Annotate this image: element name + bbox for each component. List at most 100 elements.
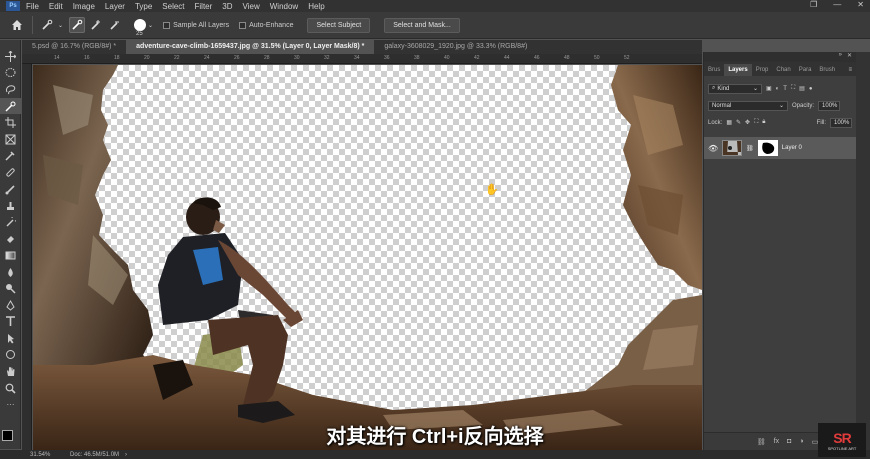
home-icon[interactable]: [8, 16, 26, 34]
select-subject-button[interactable]: Select Subject: [307, 17, 371, 33]
fill-input[interactable]: 100%: [830, 117, 852, 128]
gradient-tool-icon[interactable]: [0, 247, 21, 264]
brush-size-picker[interactable]: 25: [134, 19, 147, 37]
lock-transparent-icon[interactable]: ▦: [726, 119, 732, 126]
status-expand-icon[interactable]: ›: [125, 452, 127, 458]
opacity-input[interactable]: 100%: [818, 100, 841, 111]
select-and-mask-button[interactable]: Select and Mask...: [384, 17, 460, 33]
frame-tool-icon[interactable]: [0, 131, 21, 148]
panel-collapse-icon[interactable]: »: [839, 52, 842, 58]
tab-channels[interactable]: Chan: [772, 64, 794, 76]
video-subtitle: 对其进行 Ctrl+i反向选择: [326, 426, 544, 448]
more-tools-icon[interactable]: ···: [0, 396, 21, 413]
path-selection-tool-icon[interactable]: [0, 330, 21, 347]
toolbar-grip: [0, 40, 20, 48]
watermark-text: SPOTLINE ART: [827, 445, 857, 451]
opacity-label: Opacity:: [792, 102, 815, 109]
menu-select[interactable]: Select: [162, 2, 184, 11]
doc-size[interactable]: Doc: 46.5M/51.0M: [70, 452, 119, 458]
type-tool-icon[interactable]: [0, 314, 21, 331]
menu-help[interactable]: Help: [308, 2, 324, 11]
subtract-from-selection-icon[interactable]: [107, 17, 123, 33]
tab-galaxy[interactable]: galaxy-3608029_1920.jpg @ 33.3% (RGB/8#): [374, 40, 537, 54]
blur-tool-icon[interactable]: [0, 264, 21, 281]
tab-properties[interactable]: Prop: [752, 64, 773, 76]
blend-mode-dropdown[interactable]: Normal ⌄: [708, 100, 788, 111]
zoom-level[interactable]: 31.54%: [30, 452, 50, 458]
panel-menu-icon[interactable]: ≡: [844, 64, 856, 76]
horizontal-ruler[interactable]: 14 16 18 20 22 24 26 28 30 32 34 36 38 40 42 44 46 48 50 52: [22, 54, 702, 64]
move-tool-icon[interactable]: [0, 48, 21, 65]
filter-pixel-icon[interactable]: ▣: [766, 85, 772, 92]
restore-icon[interactable]: ❐: [810, 0, 817, 9]
menu-type[interactable]: Type: [135, 2, 152, 11]
lock-position-icon[interactable]: ✥: [745, 119, 750, 126]
checkbox-box[interactable]: [239, 21, 247, 29]
tab-brushes[interactable]: Brus: [704, 64, 724, 76]
lasso-tool-icon[interactable]: [0, 81, 21, 98]
checkbox-box[interactable]: [163, 21, 171, 29]
close-icon[interactable]: ✕: [857, 0, 864, 9]
menu-layer[interactable]: Layer: [105, 2, 125, 11]
filter-type-icon[interactable]: T: [783, 86, 787, 92]
crop-tool-icon[interactable]: [0, 114, 21, 131]
filter-kind-dropdown[interactable]: ⌕ Kind ⌄: [708, 83, 762, 94]
panel-close-icon[interactable]: ✕: [847, 52, 852, 59]
lock-artboard-icon[interactable]: ⛶: [754, 119, 758, 126]
vertical-ruler[interactable]: [22, 64, 32, 450]
auto-enhance-checkbox[interactable]: Auto-Enhance: [239, 21, 293, 29]
history-brush-tool-icon[interactable]: [0, 214, 21, 231]
menu-view[interactable]: View: [243, 2, 260, 11]
zoom-tool-icon[interactable]: [0, 380, 21, 397]
filter-adjustment-icon[interactable]: ◐: [776, 86, 780, 92]
panel-dock-strip: [856, 52, 870, 450]
blend-row: Normal ⌄ Opacity: 100%: [704, 97, 856, 114]
chevron-down-icon: ⌄: [752, 86, 758, 92]
tab-adventure-cave-climb[interactable]: adventure-cave-climb-1659437.jpg @ 31.5%…: [126, 40, 375, 54]
pen-tool-icon[interactable]: [0, 297, 21, 314]
ruler-tick: 26: [234, 55, 240, 61]
marquee-tool-icon[interactable]: [0, 65, 21, 82]
fill-label: Fill:: [816, 119, 826, 126]
tab-5-psd[interactable]: 5.psd @ 16.7% (RGB/8#) *: [22, 40, 126, 54]
layer-thumbnail[interactable]: [722, 140, 743, 156]
menu-file[interactable]: File: [26, 2, 39, 11]
document-canvas[interactable]: ✋: [33, 65, 702, 450]
new-selection-icon[interactable]: [69, 17, 86, 33]
filter-shape-icon[interactable]: ⛶: [791, 85, 795, 92]
eye-icon[interactable]: 👁︎: [708, 144, 718, 153]
tab-layers[interactable]: Layers: [724, 64, 752, 76]
shape-tool-icon[interactable]: [0, 347, 21, 364]
lock-image-icon[interactable]: ✎: [736, 119, 741, 126]
eyedropper-tool-icon[interactable]: [0, 148, 21, 165]
layer-row[interactable]: 👁︎ ⛓︎ Layer 0: [704, 137, 856, 159]
chevron-down-icon[interactable]: ⌄: [58, 22, 63, 29]
brush-tool-icon[interactable]: [0, 181, 21, 198]
menu-edit[interactable]: Edit: [49, 2, 63, 11]
clone-stamp-tool-icon[interactable]: [0, 197, 21, 214]
filter-toggle-icon[interactable]: ●: [809, 86, 813, 92]
minimize-icon[interactable]: —: [833, 0, 841, 9]
layer-mask-thumbnail[interactable]: [757, 140, 778, 156]
quick-selection-preset-icon[interactable]: [39, 17, 55, 33]
hand-tool-icon[interactable]: [0, 363, 21, 380]
chevron-down-icon[interactable]: ⌄: [148, 22, 153, 29]
menu-3d[interactable]: 3D: [222, 2, 232, 11]
add-to-selection-icon[interactable]: [88, 17, 104, 33]
layer-name[interactable]: Layer 0: [782, 145, 802, 151]
eraser-tool-icon[interactable]: [0, 231, 21, 248]
sample-all-layers-checkbox[interactable]: Sample All Layers: [163, 21, 229, 29]
tab-paragraph[interactable]: Para: [795, 64, 816, 76]
tab-brush-settings[interactable]: Brush: [815, 64, 839, 76]
healing-brush-tool-icon[interactable]: [0, 164, 21, 181]
ruler-tick: 22: [174, 55, 180, 61]
ruler-tick: 50: [594, 55, 600, 61]
menu-filter[interactable]: Filter: [195, 2, 213, 11]
quick-selection-tool-icon[interactable]: [0, 97, 21, 115]
lock-all-icon[interactable]: 🔒︎: [762, 119, 765, 126]
filter-smart-object-icon[interactable]: ▤: [799, 85, 805, 92]
menu-window[interactable]: Window: [270, 2, 298, 11]
menu-image[interactable]: Image: [73, 2, 95, 11]
chain-link-icon[interactable]: ⛓︎: [746, 145, 754, 152]
dodge-tool-icon[interactable]: [0, 280, 21, 297]
